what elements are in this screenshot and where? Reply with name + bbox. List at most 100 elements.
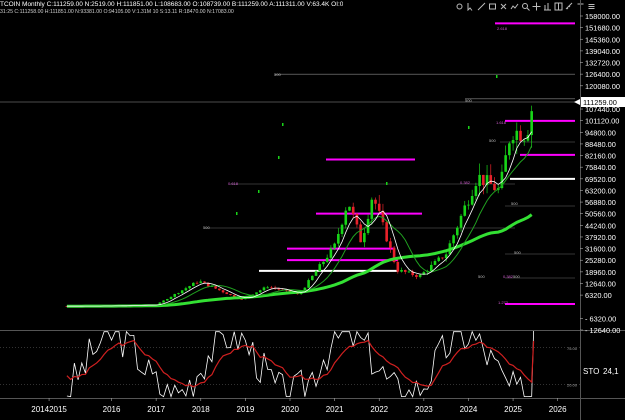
candle-body[interactable] — [188, 286, 191, 289]
fib-label-8: 500 — [511, 201, 518, 206]
candle-body[interactable] — [359, 224, 362, 243]
candle-body[interactable] — [203, 281, 206, 283]
candle-body[interactable] — [385, 222, 388, 242]
signal-marker — [282, 123, 284, 126]
time-label-2023: 2023 — [415, 405, 433, 414]
fib-label-6: 0.618 — [228, 181, 239, 186]
candle-body[interactable] — [508, 143, 511, 156]
candle-body[interactable] — [474, 186, 478, 196]
candle-body[interactable] — [333, 243, 336, 249]
candle-body[interactable] — [162, 300, 165, 303]
candle-body[interactable] — [522, 140, 526, 142]
candle-body[interactable] — [337, 233, 340, 244]
candle-body[interactable] — [266, 287, 269, 289]
candle-body[interactable] — [340, 224, 344, 234]
price-tick-label-8: 107440.00 — [585, 105, 620, 114]
stoch-value: 24,1 — [603, 367, 619, 376]
candle-body[interactable] — [344, 210, 348, 225]
candle-body[interactable] — [177, 293, 180, 295]
candle-body[interactable] — [493, 183, 496, 191]
candle-body[interactable] — [311, 275, 314, 281]
candle-body[interactable] — [519, 130, 522, 141]
candle-body[interactable] — [325, 257, 329, 262]
candle-body[interactable] — [322, 261, 325, 265]
price-tick-label-26: - 12640.00 — [585, 326, 620, 335]
time-label-2021: 2021 — [326, 405, 344, 414]
candle-body[interactable] — [433, 261, 437, 265]
candle-body[interactable] — [214, 286, 217, 289]
time-label-2016: 2016 — [103, 405, 121, 414]
candle-body[interactable] — [456, 227, 459, 236]
candle-body[interactable] — [407, 271, 411, 273]
signal-marker — [236, 212, 238, 215]
price-chart[interactable]: 2.6185005001.6185000.3820.61850050050050… — [0, 0, 625, 420]
candle-body[interactable] — [192, 282, 195, 287]
stoch-level-label-low: 20.00 — [567, 383, 578, 388]
candle-body[interactable] — [429, 264, 433, 271]
candle-body[interactable] — [270, 287, 273, 289]
candle-body[interactable] — [307, 280, 310, 288]
candle-body[interactable] — [169, 296, 173, 300]
candle-body[interactable] — [258, 290, 262, 293]
candle-body[interactable] — [470, 195, 474, 205]
candle-body[interactable] — [370, 199, 374, 219]
candle-body[interactable] — [463, 205, 467, 216]
candle-body[interactable] — [504, 155, 507, 172]
candle-body[interactable] — [374, 199, 377, 204]
price-tick-label-5: 126400.00 — [585, 70, 620, 79]
price-tick-label-1: 151680.00 — [585, 24, 620, 33]
candle-body[interactable] — [262, 287, 266, 291]
candle-body[interactable] — [351, 206, 355, 214]
stoch-level-label-high: 75.00 — [567, 346, 578, 351]
time-label-2024: 2024 — [460, 405, 478, 414]
stoch-k-line — [66, 330, 534, 398]
candle-body[interactable] — [530, 111, 533, 136]
candle-body[interactable] — [180, 290, 184, 294]
candle-body[interactable] — [218, 288, 221, 291]
price-tick-label-16: 56880.00 — [585, 198, 616, 207]
candle-body[interactable] — [441, 257, 444, 259]
candle-body[interactable] — [166, 299, 169, 301]
candle-body[interactable] — [403, 269, 407, 272]
candle-body[interactable] — [199, 281, 203, 283]
candle-body[interactable] — [437, 257, 441, 262]
candle-body[interactable] — [389, 241, 392, 248]
time-label-2018: 2018 — [192, 405, 210, 414]
candle-body[interactable] — [255, 292, 258, 295]
candle-body[interactable] — [418, 274, 422, 277]
candle-body[interactable] — [329, 248, 333, 258]
candle-body[interactable] — [415, 275, 418, 277]
candle-body[interactable] — [377, 203, 381, 211]
signal-marker — [278, 156, 280, 159]
candle-body[interactable] — [467, 204, 470, 206]
candle-body[interactable] — [195, 282, 199, 284]
candle-body[interactable] — [400, 269, 403, 272]
current-price-arrow — [574, 99, 580, 106]
candle-body[interactable] — [459, 215, 463, 228]
candle-body[interactable] — [277, 288, 281, 290]
candle-body[interactable] — [396, 262, 400, 272]
candle-body[interactable] — [478, 174, 481, 187]
time-label-2022: 2022 — [370, 405, 388, 414]
price-tick-label-4: 132720.00 — [585, 59, 620, 68]
candle-body[interactable] — [314, 271, 318, 276]
candle-body[interactable] — [515, 130, 519, 140]
candle-body[interactable] — [229, 294, 232, 295]
fib-label-4: 500 — [489, 138, 496, 143]
candle-body[interactable] — [173, 294, 177, 297]
candle-body[interactable] — [444, 254, 448, 259]
candle-body[interactable] — [482, 174, 485, 186]
time-label-2019: 2019 — [236, 405, 254, 414]
price-tick-label-19: 37920.00 — [585, 233, 616, 242]
candle-body[interactable] — [452, 235, 455, 244]
candle-body[interactable] — [489, 175, 493, 184]
candle-body[interactable] — [363, 233, 366, 243]
time-label-2025: 2025 — [504, 405, 522, 414]
candle-body[interactable] — [221, 290, 225, 293]
candle-body[interactable] — [511, 139, 515, 144]
candle-body[interactable] — [225, 292, 229, 295]
candle-body[interactable] — [318, 264, 322, 272]
candle-body[interactable] — [348, 206, 351, 211]
candle-body[interactable] — [184, 288, 188, 291]
candle-body[interactable] — [355, 213, 359, 225]
